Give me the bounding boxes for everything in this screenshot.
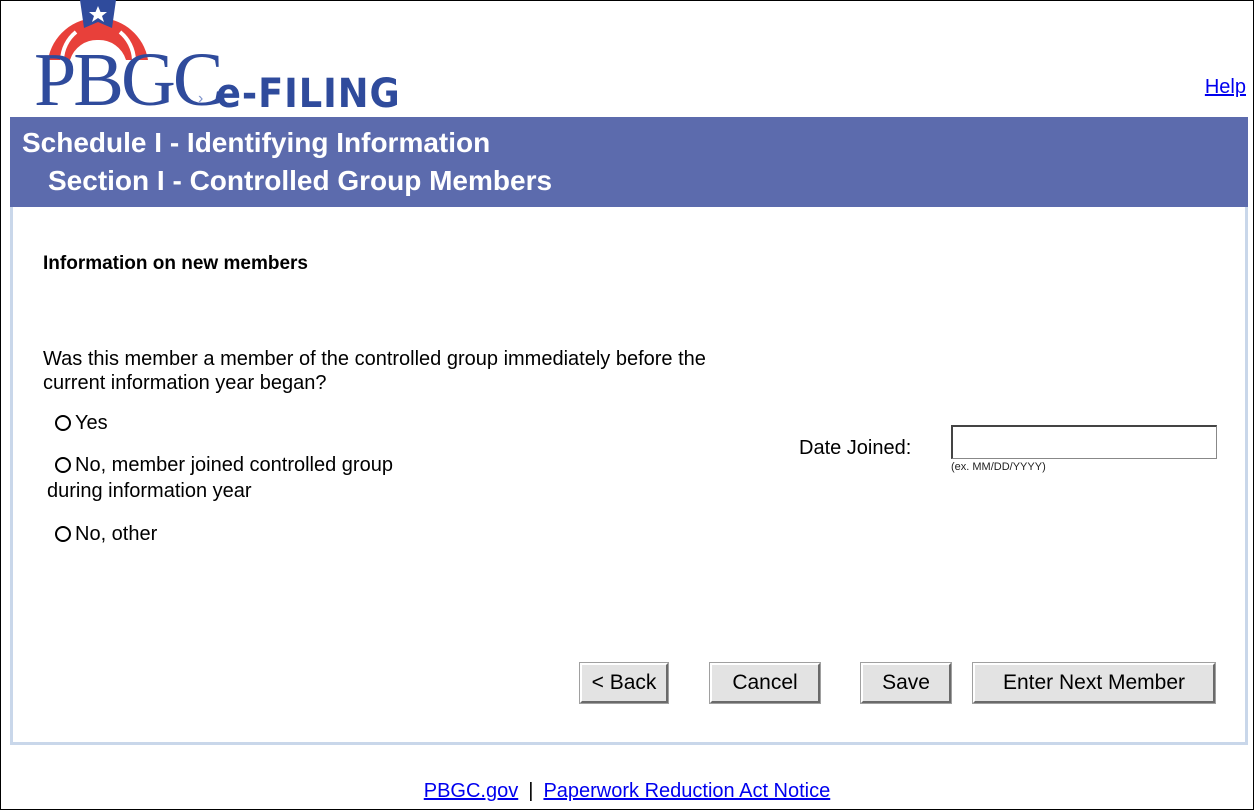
- date-joined-input[interactable]: [951, 425, 1217, 459]
- date-format-hint: (ex. MM/DD/YYYY): [951, 461, 1046, 473]
- option-yes[interactable]: Yes: [55, 411, 108, 435]
- option-yes-label: Yes: [75, 412, 108, 434]
- date-joined-label: Date Joined:: [799, 437, 912, 459]
- page-title: Schedule I - Identifying Information: [22, 127, 491, 158]
- footer: PBGC.gov | Paperwork Reduction Act Notice: [0, 780, 1254, 803]
- paperwork-notice-link[interactable]: Paperwork Reduction Act Notice: [543, 780, 830, 802]
- option-no-other-label: No, other: [75, 523, 158, 545]
- save-button[interactable]: Save: [860, 662, 952, 704]
- back-button[interactable]: < Back: [579, 662, 669, 704]
- option-no-other[interactable]: No, other: [55, 522, 157, 546]
- membership-question: Was this member a member of the controll…: [43, 348, 706, 394]
- page-subtitle: Section I - Controlled Group Members: [48, 165, 553, 196]
- help-link[interactable]: Help: [1205, 76, 1246, 99]
- radio-no-joined[interactable]: [55, 457, 71, 473]
- option-no-joined-label-cont: during information year: [47, 480, 252, 502]
- pbgc-gov-link[interactable]: PBGC.gov: [424, 780, 518, 802]
- option-no-joined[interactable]: No, member joined controlled group: [55, 453, 393, 477]
- option-no-joined-label: No, member joined controlled group: [75, 454, 393, 476]
- enter-next-member-button[interactable]: Enter Next Member: [972, 662, 1216, 704]
- footer-separator: |: [528, 780, 534, 802]
- separator-dot-icon: ›: [198, 90, 204, 107]
- radio-yes[interactable]: [55, 415, 71, 431]
- cancel-button[interactable]: Cancel: [709, 662, 821, 704]
- pbgc-logo: PBGC › e-FILING PORTAL: [28, 0, 548, 160]
- logo-wordmark: PBGC: [34, 38, 224, 122]
- page-title-bar: Schedule I - Identifying Information Sec…: [10, 117, 1248, 207]
- radio-no-other[interactable]: [55, 526, 71, 542]
- form-panel: Information on new members Was this memb…: [10, 207, 1248, 745]
- section-heading: Information on new members: [43, 253, 308, 274]
